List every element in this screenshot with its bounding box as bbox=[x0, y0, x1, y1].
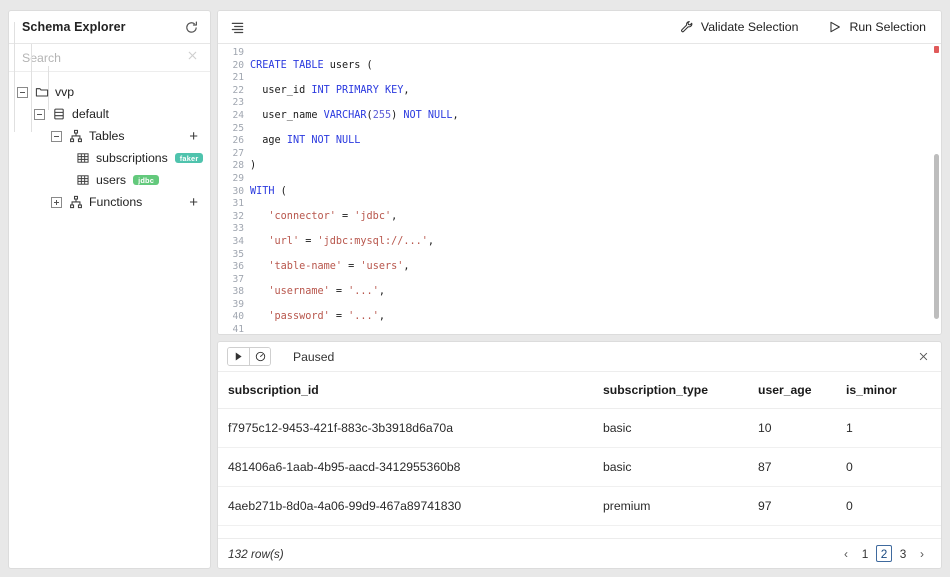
cell-is-minor: 1 bbox=[846, 408, 941, 448]
tree-item-tables[interactable]: Tables + bbox=[9, 125, 210, 147]
run-selection-label: Run Selection bbox=[849, 20, 926, 34]
resume-button[interactable] bbox=[228, 348, 249, 365]
play-outline-icon bbox=[830, 21, 841, 33]
results-panel: Paused subscription_id subscription_type… bbox=[217, 341, 942, 569]
code-area[interactable]: 19 20 21 22 23 24 25 26 27 28 29 30 31 32 33 34 35 36 37 38… bbox=[218, 44, 941, 334]
play-icon bbox=[235, 352, 242, 361]
tree-item-users[interactable]: users jdbc bbox=[9, 169, 210, 191]
error-marker bbox=[934, 46, 939, 53]
pagination-page-3[interactable]: 3 bbox=[895, 545, 911, 562]
run-status-label: Paused bbox=[293, 349, 335, 364]
hierarchy-icon bbox=[70, 129, 82, 143]
schema-explorer-header: Schema Explorer bbox=[9, 11, 210, 44]
tree-item-vvp[interactable]: vvp bbox=[9, 81, 210, 103]
cell-subscription-id: f7975c12-9453-421f-883c-3b3918d6a70a bbox=[218, 408, 603, 448]
connector-badge: faker bbox=[174, 152, 204, 164]
cell-is-minor: 0 bbox=[846, 486, 941, 526]
tree-item-label: default bbox=[72, 107, 109, 121]
validate-selection-button[interactable]: Validate Selection bbox=[676, 17, 803, 37]
tree-item-label: Tables bbox=[89, 129, 125, 143]
refresh-icon[interactable] bbox=[184, 20, 199, 35]
column-header-is-minor[interactable]: is_minor bbox=[846, 372, 941, 409]
search-input[interactable] bbox=[22, 50, 186, 65]
row-count-label: 132 row(s) bbox=[228, 546, 284, 561]
add-function-button[interactable]: + bbox=[187, 195, 200, 210]
pagination-page-2[interactable]: 2 bbox=[876, 545, 892, 562]
column-header-subscription-type[interactable]: subscription_type bbox=[603, 372, 758, 409]
tree-item-label: vvp bbox=[55, 85, 75, 99]
column-header-subscription-id[interactable]: subscription_id bbox=[218, 372, 603, 409]
column-header-user-age[interactable]: user_age bbox=[758, 372, 846, 409]
cell-user-age: 97 bbox=[758, 486, 846, 526]
wrench-icon bbox=[680, 21, 693, 33]
gauge-icon bbox=[255, 351, 265, 362]
page-title: Schema Explorer bbox=[22, 20, 126, 34]
table-header-row: subscription_id subscription_type user_a… bbox=[218, 372, 941, 409]
table-icon bbox=[77, 175, 89, 185]
line-number-gutter: 19 20 21 22 23 24 25 26 27 28 29 30 31 32 33 34 35 36 37 38… bbox=[218, 44, 244, 334]
tree-item-label: subscriptions bbox=[96, 151, 168, 165]
editor-toolbar: Validate Selection Run Selection bbox=[218, 11, 941, 44]
main-area: Validate Selection Run Selection 19 20 21 2… bbox=[217, 10, 942, 569]
cell-subscription-type: premium bbox=[603, 486, 758, 526]
pagination: ‹ 1 2 3 › bbox=[838, 545, 930, 562]
sql-code[interactable]: CREATE TABLE users ( user_id INT PRIMARY… bbox=[244, 44, 941, 334]
throughput-button[interactable] bbox=[249, 348, 270, 365]
cell-subscription-id: 481406a6-1aab-4b95-aacd-3412955360b8 bbox=[218, 447, 603, 487]
cell-is-minor: 0 bbox=[846, 447, 941, 487]
collapse-toggle-icon[interactable] bbox=[51, 130, 62, 142]
cell-subscription-id: 4aeb271b-8d0a-4a06-99d9-467a89741830 bbox=[218, 486, 603, 526]
database-icon bbox=[54, 108, 64, 120]
run-selection-button[interactable]: Run Selection bbox=[824, 17, 930, 37]
cell-subscription-id: 43e9f41b-40b1-4702-847f-036e62330794 bbox=[218, 525, 603, 538]
results-table: subscription_id subscription_type user_a… bbox=[218, 372, 941, 538]
close-icon bbox=[919, 352, 927, 361]
cell-user-age: 87 bbox=[758, 447, 846, 487]
sql-ide-window: Schema Explorer Search vvp default Table… bbox=[0, 0, 950, 577]
tree-item-subscriptions[interactable]: subscriptions faker bbox=[9, 147, 210, 169]
tree-item-label: Functions bbox=[89, 195, 143, 209]
schema-tree: vvp default Tables + subscriptions faker… bbox=[9, 22, 210, 213]
cell-user-age: 93 bbox=[758, 525, 846, 538]
table-row[interactable]: 4aeb271b-8d0a-4a06-99d9-467a89741830 pre… bbox=[218, 486, 941, 526]
results-control-group bbox=[227, 347, 271, 366]
search-clear-icon[interactable] bbox=[186, 49, 199, 67]
connector-badge: jdbc bbox=[133, 174, 160, 186]
table-row[interactable]: 481406a6-1aab-4b95-aacd-3412955360b8 bas… bbox=[218, 447, 941, 487]
cell-is-minor: 0 bbox=[846, 525, 941, 538]
list-menu-icon[interactable] bbox=[230, 20, 245, 35]
sql-editor-panel: Validate Selection Run Selection 19 20 21 2… bbox=[217, 10, 942, 335]
search-row bbox=[9, 44, 210, 72]
hierarchy-icon bbox=[70, 195, 82, 209]
add-table-button[interactable]: + bbox=[187, 129, 200, 144]
pagination-next[interactable]: › bbox=[914, 545, 930, 562]
tree-item-default[interactable]: default bbox=[9, 103, 210, 125]
pagination-page-1[interactable]: 1 bbox=[857, 545, 873, 562]
folder-icon bbox=[35, 88, 49, 97]
cell-user-age: 10 bbox=[758, 408, 846, 448]
results-toolbar: Paused bbox=[218, 342, 941, 372]
table-row[interactable]: 43e9f41b-40b1-4702-847f-036e62330794 bas… bbox=[218, 525, 941, 538]
collapse-toggle-icon[interactable] bbox=[17, 86, 28, 98]
editor-scrollbar[interactable] bbox=[934, 154, 939, 319]
validate-selection-label: Validate Selection bbox=[700, 20, 799, 34]
tree-item-label: users bbox=[96, 173, 127, 187]
tree-item-functions[interactable]: Functions + bbox=[9, 191, 210, 213]
cell-subscription-type: basic bbox=[603, 525, 758, 538]
results-table-wrap: subscription_id subscription_type user_a… bbox=[218, 372, 941, 538]
results-footer: 132 row(s) ‹ 1 2 3 › bbox=[218, 538, 941, 568]
table-icon bbox=[77, 153, 89, 163]
pagination-prev[interactable]: ‹ bbox=[838, 545, 854, 562]
expand-toggle-icon[interactable] bbox=[51, 196, 62, 208]
schema-explorer-panel: Schema Explorer Search vvp default Table… bbox=[8, 10, 211, 569]
close-results-button[interactable] bbox=[911, 345, 935, 369]
collapse-toggle-icon[interactable] bbox=[34, 108, 45, 120]
table-row[interactable]: f7975c12-9453-421f-883c-3b3918d6a70a bas… bbox=[218, 408, 941, 448]
cell-subscription-type: basic bbox=[603, 447, 758, 487]
cell-subscription-type: basic bbox=[603, 408, 758, 448]
